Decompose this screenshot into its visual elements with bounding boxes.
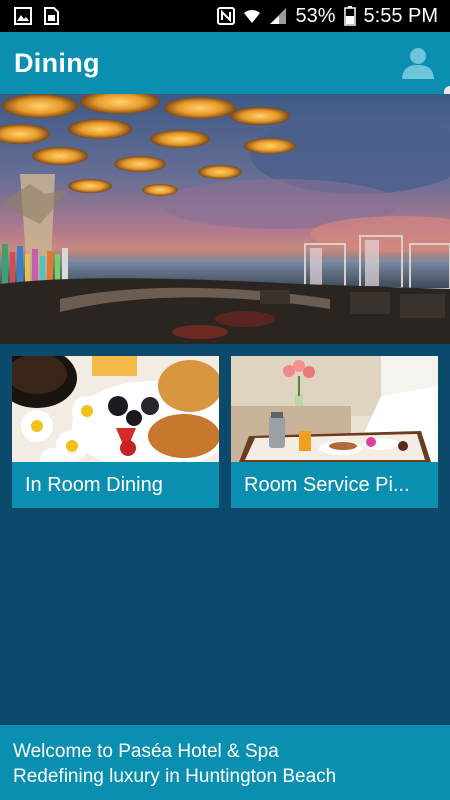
app-bar: Dining	[0, 32, 450, 94]
wifi-icon	[244, 9, 261, 23]
tile-label: Room Service Pi...	[244, 473, 410, 496]
bar-bottles	[2, 244, 68, 284]
battery-percent: 53%	[295, 4, 336, 27]
tile-in-room-dining[interactable]: In Room Dining	[12, 356, 219, 508]
image-icon	[14, 7, 32, 25]
status-bar: 53% 5:55 PM	[0, 0, 450, 32]
page-title: Dining	[14, 47, 100, 78]
hero-image	[0, 94, 450, 344]
nfc-icon	[217, 7, 236, 25]
profile-button[interactable]	[398, 43, 438, 83]
tile-image-room-service	[231, 356, 438, 462]
status-right: 53% 5:55 PM	[217, 5, 438, 28]
tile-image-breakfast	[12, 356, 219, 462]
battery-icon	[343, 6, 356, 26]
sim-card-icon	[44, 7, 59, 25]
user-icon	[402, 48, 434, 79]
tagline: Redefining luxury in Huntington Beach	[13, 766, 337, 787]
signal-icon	[270, 8, 287, 24]
tile-label: In Room Dining	[25, 473, 163, 496]
clock: 5:55 PM	[363, 4, 438, 27]
welcome-banner: Welcome to Paséa Hotel & Spa Redefining …	[0, 725, 450, 800]
status-left	[14, 7, 60, 25]
hero-illustration	[0, 94, 450, 344]
tile-room-service[interactable]: Room Service Pi...	[231, 356, 438, 508]
welcome-line: Welcome to Paséa Hotel & Spa	[13, 741, 279, 762]
